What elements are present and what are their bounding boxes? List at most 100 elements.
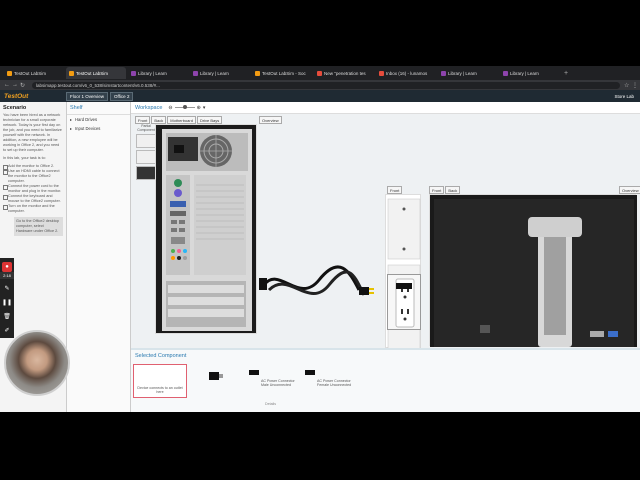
draw-icon[interactable]: ✐ [2,325,12,335]
webcam-overlay [4,330,70,396]
tab[interactable]: TestOut LabSim [66,67,126,79]
tab[interactable]: TestOut LabSim [4,67,64,79]
view-motherboard-button[interactable]: Motherboard [167,116,196,124]
monitor-overview-row: Overview [619,186,640,194]
tab-label: Library | Learn [200,70,229,76]
tab-favicon [69,70,74,76]
computer-back-image [162,129,252,331]
wall-buttons: Front [387,186,403,194]
shelf-panel: Shelf Hard Drives Input Devices [67,102,131,412]
task-item: Use an HDMI cable to connect the monitor… [0,169,66,184]
workspace: Workspace ⊖ ⊕ ▾ Front Back Motherboard D… [131,102,640,412]
overview-button[interactable]: Overview [259,116,282,124]
menu-icon[interactable]: ⋮ [632,82,640,89]
tab-favicon [255,70,260,76]
tab-favicon [7,70,12,76]
tab[interactable]: Inbox (16) - lunamos [376,67,436,79]
monitor-back-button[interactable]: Back [445,186,461,194]
component-card-label: AC Power Connector Female Unconnected [317,379,352,387]
pen-icon[interactable]: ✎ [2,283,12,293]
tab[interactable]: New "penetration tes [314,67,374,79]
pause-icon[interactable]: ❚❚ [2,297,12,307]
tab-label: New "penetration tes [324,70,366,76]
connector-icon [305,370,315,375]
details-link[interactable]: Details [265,402,276,406]
tab-favicon [193,70,198,76]
selected-component-panel: Selected Component Device connects to an… [131,348,640,412]
component-card-label: AC Power Connector Male Unconnected [261,379,295,387]
task-item: Connect the power cord to the monitor an… [0,184,66,194]
component-card-ac-female[interactable]: AC Power Connector Female Unconnected [301,364,355,398]
shelf-item-input-devices[interactable]: Input Devices [67,124,130,133]
shelf-title: Shelf [67,102,130,115]
monitor-buttons: Front Back [429,186,461,194]
component-thumb[interactable] [136,166,156,180]
component-card-outlet[interactable]: Device connects to an outlet here [133,364,187,398]
overview-row: Overview [259,116,283,124]
view-buttons: Front Back Motherboard Drive Bays [135,116,223,124]
workspace-title: Workspace [135,104,163,111]
power-cable-image[interactable] [259,260,379,310]
view-drive-bays-button[interactable]: Drive Bays [196,116,223,124]
zoom-out-icon[interactable]: ⊖ [168,105,172,111]
component-thumb[interactable] [136,150,156,164]
address-input[interactable]: labsimapp.testout.com/v6_0_538/simstartc… [32,81,620,89]
record-icon[interactable]: ● [2,262,12,272]
tab-favicon [379,70,384,76]
plug-icon [209,372,223,380]
workspace-header: Workspace ⊖ ⊕ ▾ [131,102,640,114]
zoom-dropdown-icon[interactable]: ▾ [203,105,206,111]
power-outlet[interactable] [387,274,421,330]
breadcrumb-office[interactable]: Office 2 [110,91,134,101]
tab-favicon [441,70,446,76]
tab-label: Library | Learn [510,70,539,76]
computer-back-view[interactable] [155,124,257,334]
tab-label: Inbox (16) - lunamos [386,70,428,76]
tab-label: TestOut LabSim [14,70,47,76]
tab-label: Library | Learn [138,70,167,76]
tab[interactable]: Library | Learn [128,67,188,79]
tab[interactable]: Library | Learn [500,67,560,79]
monitor-front-button[interactable]: Front [429,186,445,194]
zoom-in-icon[interactable]: ⊕ [197,105,201,111]
tab-label: TestOut LabSim - Soc [262,70,306,76]
connector-icon [249,370,259,375]
task-item: Connect the keyboard and mouse to the Of… [0,194,66,204]
monitor-back-view[interactable] [429,194,637,349]
new-tab-icon[interactable]: + [564,70,568,77]
tab[interactable]: Library | Learn [438,67,498,79]
store-lab-button[interactable]: Store Lab [614,94,634,99]
view-back-button[interactable]: Back [151,116,167,124]
back-icon[interactable]: ← [4,82,12,88]
scenario-title: Scenario [3,105,27,111]
monitor-overview-button[interactable]: Overview [619,186,640,194]
component-card-plug[interactable] [189,364,243,398]
app-header: TestOut Floor 1 Overview Office 2 Store … [0,90,640,102]
recording-time: 2:18 [0,272,14,279]
browser-window: TestOut LabSim TestOut LabSim Library | … [0,66,640,412]
selected-component-title: Selected Component [135,353,187,359]
component-thumb[interactable] [136,134,156,148]
hint-box: Go to the Office2 desktop computer, sele… [14,217,63,236]
breadcrumb-floor[interactable]: Floor 1 Overview [66,91,109,101]
tab-label: Library | Learn [448,70,477,76]
tab-label: TestOut LabSim [76,70,109,76]
zoom-slider[interactable] [174,105,195,109]
tab-favicon [317,70,322,76]
star-icon[interactable]: ☆ [624,82,632,89]
outlet-image [395,278,415,328]
testout-logo: TestOut [4,92,29,100]
forward-icon[interactable]: → [12,82,20,88]
component-card-ac-male[interactable]: AC Power Connector Male Unconnected [245,364,299,398]
shelf-item-hard-drives[interactable]: Hard Drives [67,115,130,124]
screen-recorder: ● 2:18 ✎ ❚❚ 🗑 ✐ [0,258,14,338]
reload-icon[interactable]: ↻ [20,82,28,89]
wall-front-button[interactable]: Front [387,186,403,194]
screen: TestOut LabSim TestOut LabSim Library | … [0,0,640,480]
tab-favicon [131,70,136,76]
tab[interactable]: TestOut LabSim - Soc [252,67,312,79]
zoom-knob[interactable] [182,105,187,109]
tab[interactable]: Library | Learn [190,67,250,79]
delete-icon[interactable]: 🗑 [2,311,12,321]
view-front-button[interactable]: Front [135,116,151,124]
